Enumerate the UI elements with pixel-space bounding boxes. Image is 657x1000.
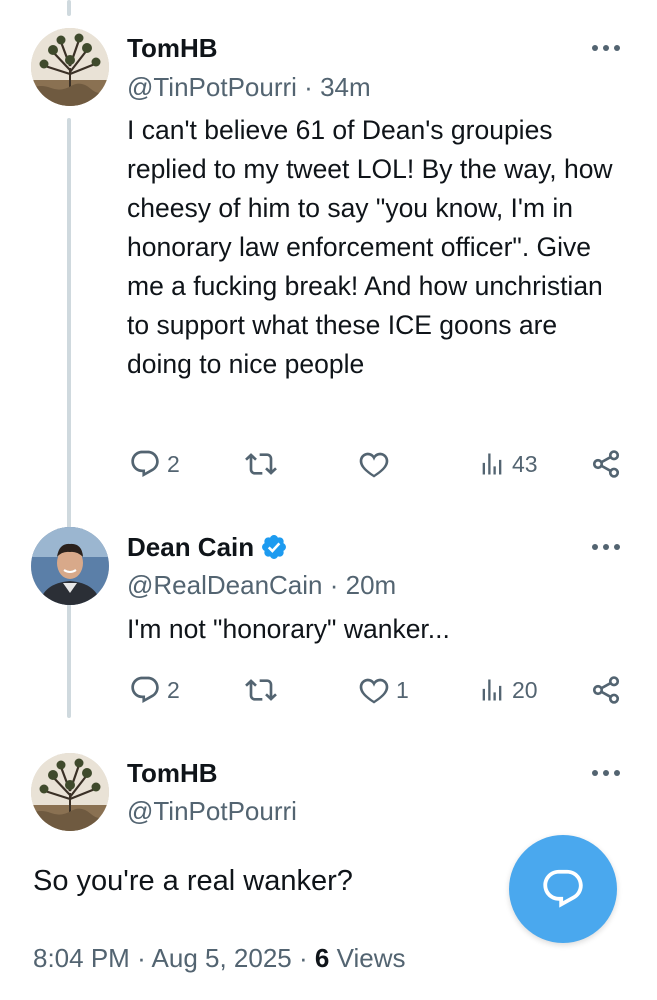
views-label: Views <box>336 943 406 973</box>
views-button[interactable]: 43 <box>478 448 538 480</box>
share-icon <box>592 450 620 478</box>
views-count: 20 <box>512 676 538 703</box>
reply-count: 2 <box>167 450 180 477</box>
views-button[interactable]: 20 <box>478 674 538 706</box>
more-options-icon[interactable] <box>590 38 626 58</box>
separator-dot: · <box>304 72 313 102</box>
reply-button[interactable]: 2 <box>129 448 180 480</box>
tweet-text: I can't believe 61 of Dean's groupies re… <box>127 115 613 379</box>
joshua-tree-avatar-icon <box>31 28 109 106</box>
views-count: 6 <box>314 943 330 973</box>
author-handle[interactable]: @TinPotPourri <box>127 72 297 102</box>
more-options-icon[interactable] <box>590 763 626 783</box>
repost-button[interactable] <box>244 674 278 706</box>
heart-icon <box>359 452 389 478</box>
reply-count: 2 <box>167 676 180 703</box>
tweet-time[interactable]: 8:04 PM <box>33 943 130 973</box>
tweet-date[interactable]: Aug 5, 2025 <box>152 943 292 973</box>
tweet-metadata: 8:04 PM · Aug 5, 2025 · 6 Views <box>33 942 406 974</box>
separator-dot: · <box>137 943 146 973</box>
repost-button[interactable] <box>244 448 278 480</box>
repost-icon <box>245 453 277 475</box>
reply-icon <box>131 676 159 703</box>
author-name[interactable]: Dean Cain <box>127 532 254 562</box>
profile-photo-avatar-icon <box>31 527 109 605</box>
heart-icon <box>359 678 389 704</box>
separator-dot: · <box>299 943 308 973</box>
reply-bubble-icon <box>543 869 583 908</box>
analytics-icon <box>482 453 502 475</box>
like-button[interactable]: 1 <box>358 674 409 706</box>
author-name-line: Dean Cain <box>127 531 288 563</box>
share-icon <box>592 676 620 704</box>
tweet-text: So you're a real wanker? <box>33 865 353 897</box>
author-name[interactable]: TomHB <box>127 32 218 64</box>
reply-button[interactable]: 2 <box>129 674 180 706</box>
avatar[interactable] <box>31 28 109 106</box>
author-name[interactable]: TomHB <box>127 757 218 789</box>
like-count: 1 <box>396 676 409 703</box>
author-handle[interactable]: @TinPotPourri <box>127 795 297 827</box>
more-options-icon[interactable] <box>590 537 626 557</box>
author-handle-line: @RealDeanCain · 20m <box>127 569 396 601</box>
thread-top-connector <box>67 0 71 16</box>
analytics-icon <box>482 679 502 701</box>
thread-connector-line <box>67 118 71 718</box>
author-handle-line: @TinPotPourri · 34m <box>127 71 371 103</box>
tweet-time[interactable]: 34m <box>320 72 371 102</box>
avatar[interactable] <box>31 753 109 831</box>
repost-icon <box>245 679 277 701</box>
reply-fab-button[interactable] <box>509 835 617 943</box>
verified-badge-icon <box>262 535 287 559</box>
reply-icon <box>131 450 159 477</box>
like-button[interactable] <box>358 448 390 480</box>
tweet-time[interactable]: 20m <box>346 570 397 600</box>
author-handle[interactable]: @RealDeanCain <box>127 570 323 600</box>
separator-dot: · <box>329 570 339 600</box>
tweet-text: I'm not "honorary" wanker... <box>127 614 450 644</box>
avatar[interactable] <box>31 527 109 605</box>
share-button[interactable] <box>590 448 622 480</box>
share-button[interactable] <box>590 674 622 706</box>
joshua-tree-avatar-icon <box>31 753 109 831</box>
views-count: 43 <box>512 450 538 477</box>
